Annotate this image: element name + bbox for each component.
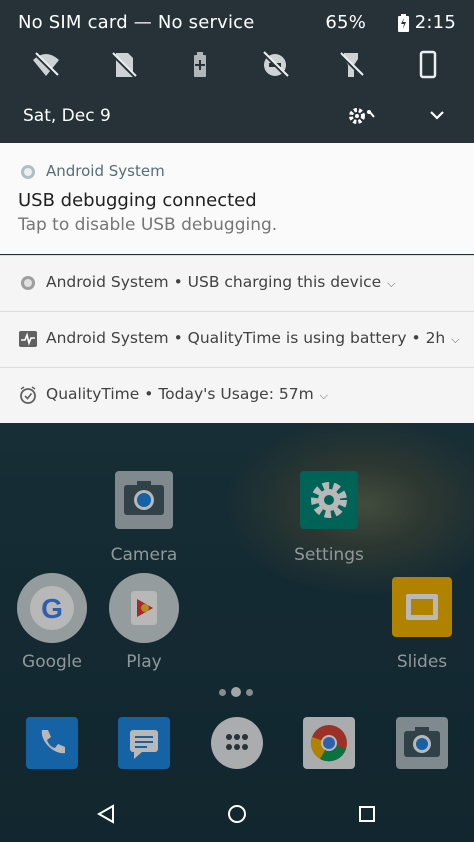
- usb-charging-notification[interactable]: Android System • USB charging this devic…: [0, 255, 474, 311]
- chevron-down-icon[interactable]: [428, 108, 446, 124]
- phone-portrait-icon[interactable]: [413, 50, 443, 80]
- battery-usage-notification[interactable]: Android System • QualityTime is using ba…: [0, 311, 474, 367]
- notification-title: USB debugging connected: [18, 190, 257, 211]
- carrier-status: No SIM card — No service: [18, 12, 255, 33]
- settings-gear-icon[interactable]: [348, 106, 376, 126]
- notification-summary: Android System • QualityTime is using ba…: [46, 329, 446, 347]
- quick-settings-panel: No SIM card — No service 65% 2:15 Sat, D…: [0, 0, 474, 143]
- flashlight-off-icon[interactable]: [336, 50, 366, 80]
- notification-text: Tap to disable USB debugging.: [18, 215, 278, 235]
- quality-time-notification[interactable]: QualityTime • Today's Usage: 57m ⌵: [0, 367, 474, 423]
- back-icon[interactable]: [97, 804, 115, 824]
- android-system-icon: [21, 165, 35, 179]
- notification-summary: Android System • USB charging this devic…: [46, 273, 382, 291]
- navigation-bar: [0, 796, 474, 836]
- battery-percent: 65%: [325, 12, 366, 33]
- notification-summary: QualityTime • Today's Usage: 57m: [46, 385, 314, 403]
- no-sim-icon[interactable]: [108, 50, 138, 80]
- expand-caret-icon[interactable]: ⌵: [451, 333, 459, 346]
- usb-debugging-notification[interactable]: Android System USB debugging connected T…: [0, 143, 474, 254]
- expand-caret-icon[interactable]: ⌵: [320, 389, 328, 402]
- notification-app-name: Android System: [46, 162, 165, 180]
- expand-caret-icon[interactable]: ⌵: [387, 277, 395, 290]
- recents-icon[interactable]: [359, 806, 375, 822]
- android-system-icon: [21, 276, 35, 290]
- wifi-off-icon[interactable]: [31, 50, 61, 80]
- date-label: Sat, Dec 9: [23, 106, 111, 126]
- clock: 2:15: [414, 12, 456, 33]
- battery-saver-icon[interactable]: [185, 50, 215, 80]
- battery-activity-icon: [19, 331, 37, 347]
- timer-icon: [20, 386, 36, 404]
- do-not-disturb-off-icon[interactable]: [260, 50, 290, 80]
- battery-charging-icon: [398, 14, 409, 32]
- home-icon[interactable]: [227, 804, 247, 824]
